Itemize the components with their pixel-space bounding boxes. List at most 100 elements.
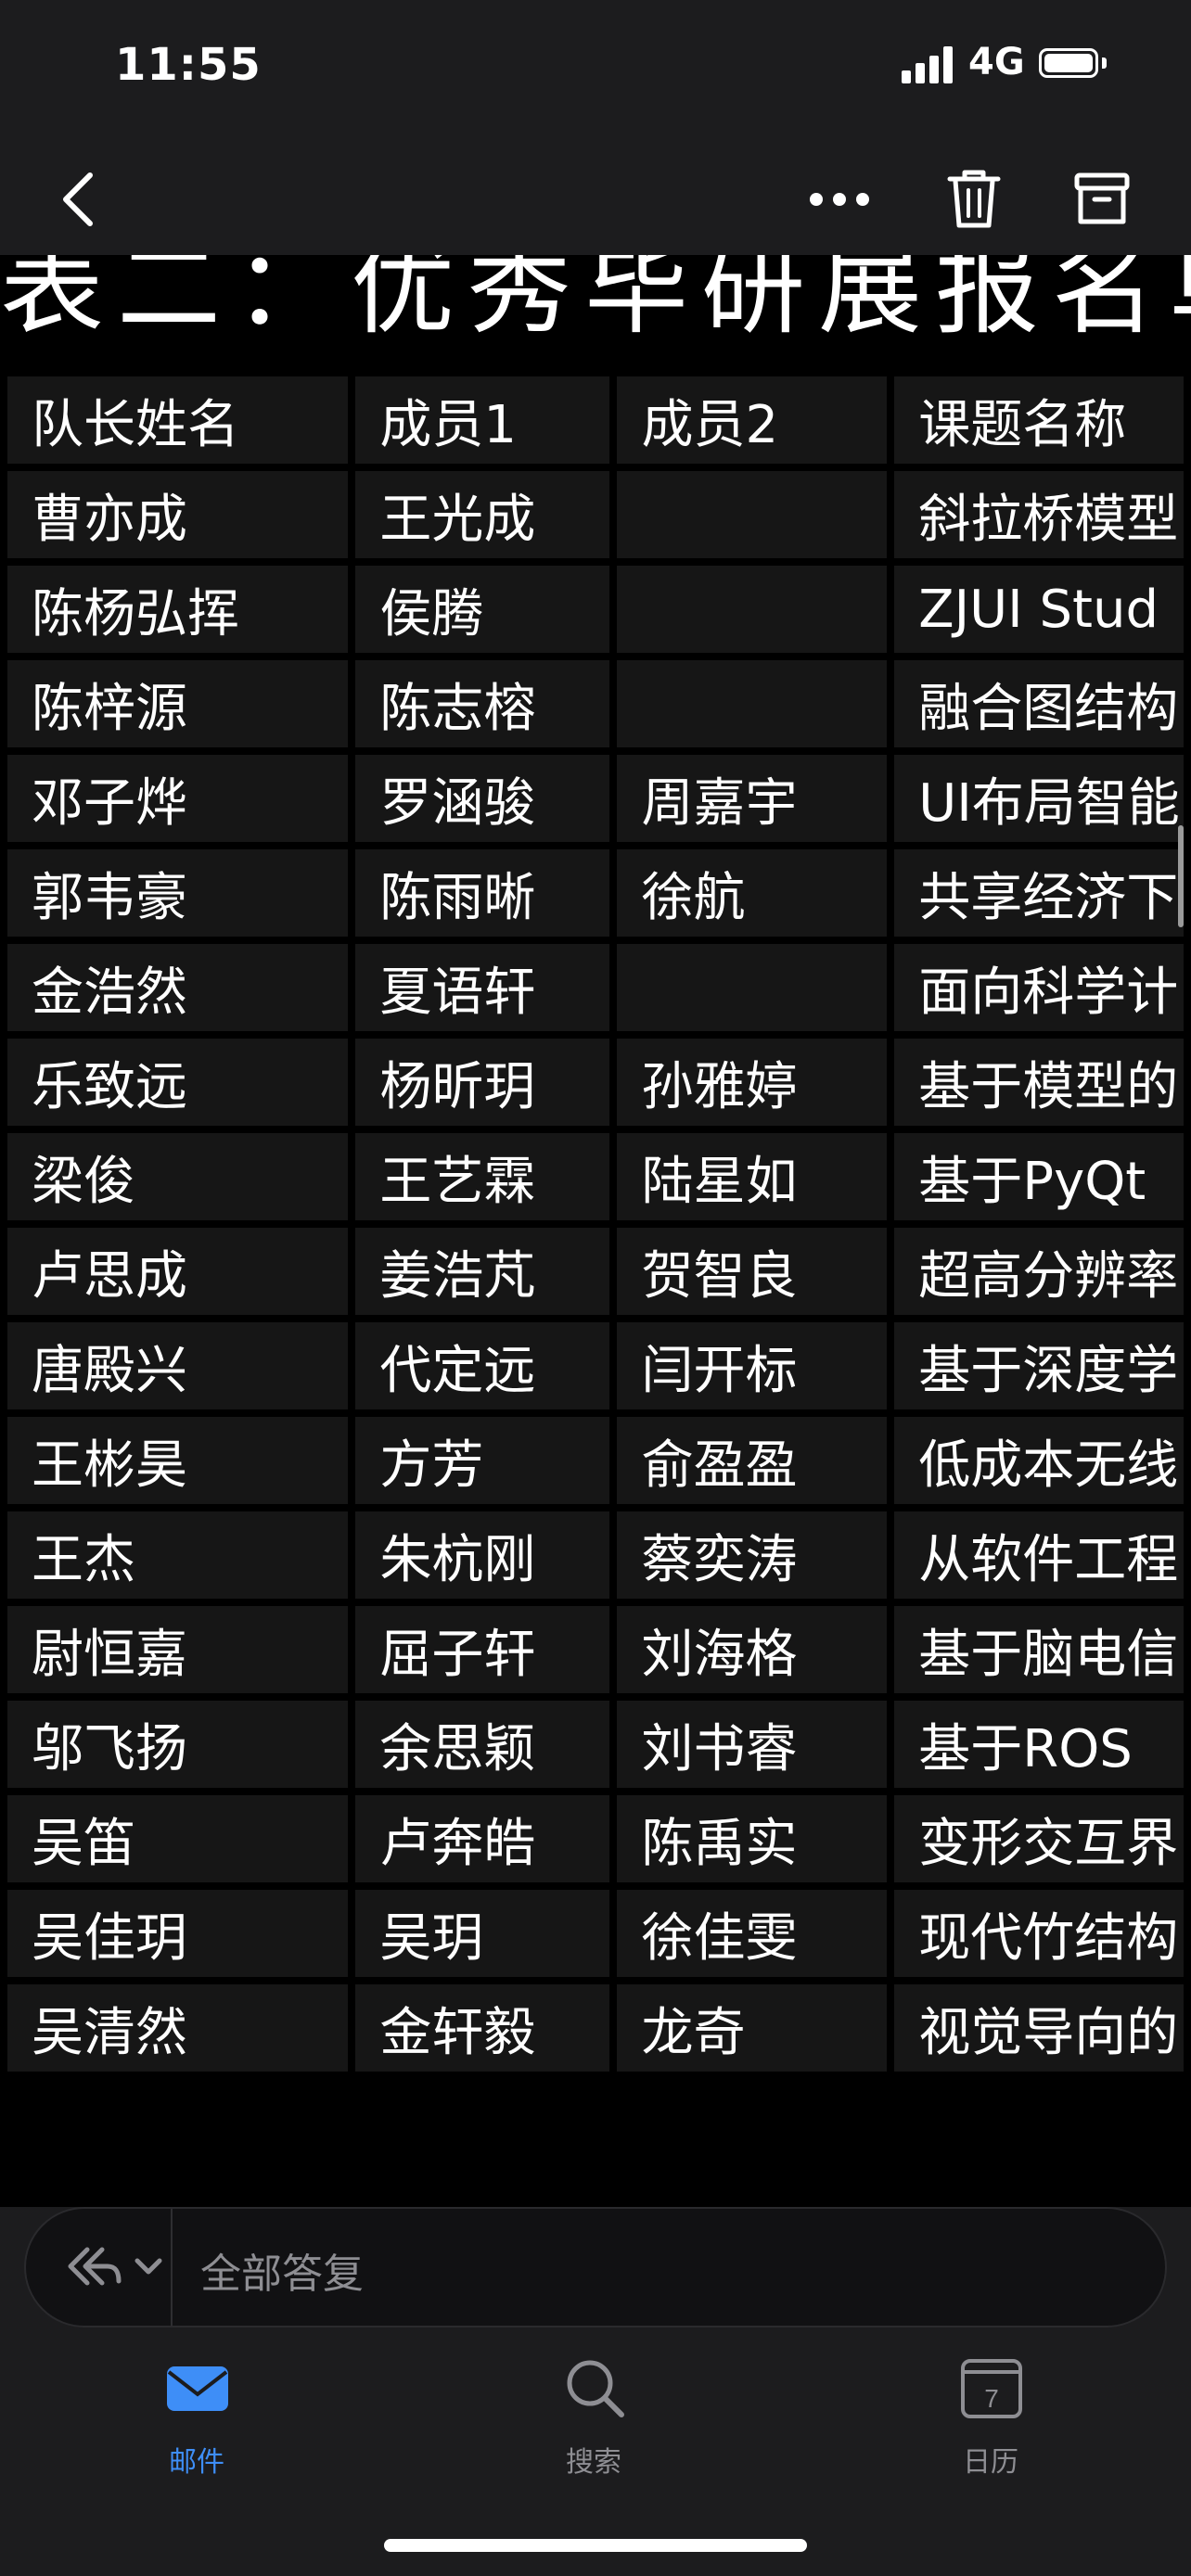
table-cell: 变形交互界 — [887, 1788, 1191, 1890]
tab-label-mail: 邮件 — [169, 2446, 224, 2479]
roster-table: 队长姓名 成员1 成员2 课题名称 曹亦成 王光成 斜拉桥模型 陈杨弘挥 侯腾 ZJUI Stud… — [0, 369, 1191, 2079]
table-header-row: 队长姓名 成员1 成员2 课题名称 — [0, 369, 1191, 471]
table-cell: 邬飞扬 — [0, 1693, 356, 1795]
table-cell — [609, 558, 895, 660]
table-cell: 队长姓名 — [0, 369, 356, 471]
table-cell: 刘海格 — [609, 1599, 895, 1701]
table-cell: 基于深度学 — [887, 1315, 1191, 1417]
table-row: 吴清然 金轩毅 龙奇 视觉导向的 — [0, 1977, 1191, 2079]
delete-button[interactable] — [932, 158, 1016, 241]
reply-all-icon — [68, 2247, 162, 2286]
table-cell: 郭韦豪 — [0, 842, 356, 944]
network-type: 4G — [968, 41, 1025, 83]
table-cell: 邓子烨 — [0, 747, 356, 849]
table-cell: 基于脑电信 — [887, 1599, 1191, 1701]
table-cell: 唐殿兴 — [0, 1315, 356, 1417]
table-row: 曹亦成 王光成 斜拉桥模型 — [0, 464, 1191, 566]
table-cell: 俞盈盈 — [609, 1409, 895, 1511]
message-body[interactable]: 表二：优秀毕研展报名单 队长姓名 成员1 成员2 课题名称 曹亦成 王光成 斜拉桥模型 陈杨弘… — [0, 213, 1191, 2207]
navigation-bar — [0, 139, 1191, 255]
table-row: 吴佳玥 吴玥 徐佳雯 现代竹结构 — [0, 1882, 1191, 1984]
table-cell: 基于ROS — [887, 1693, 1191, 1795]
table-cell: 徐航 — [609, 842, 895, 944]
table-cell: 孙雅婷 — [609, 1031, 895, 1133]
table-cell: 视觉导向的 — [887, 1977, 1191, 2079]
more-button[interactable] — [798, 158, 881, 241]
table-row: 王杰 朱杭刚 蔡奕涛 从软件工程 — [0, 1504, 1191, 1606]
chevron-left-icon — [63, 172, 93, 226]
signal-strength-icon — [902, 46, 957, 83]
table-cell: 金轩毅 — [348, 1977, 618, 2079]
mail-icon — [167, 2366, 228, 2411]
table-cell: 吴清然 — [0, 1977, 356, 2079]
table-row: 梁俊 王艺霖 陆星如 基于PyQt — [0, 1126, 1191, 1228]
table-cell: ZJUI Stud — [887, 558, 1191, 660]
tab-label-calendar: 日历 — [963, 2446, 1018, 2479]
tab-label-search: 搜索 — [566, 2446, 621, 2479]
table-cell: 面向科学计 — [887, 937, 1191, 1039]
table-cell: 吴玥 — [348, 1882, 618, 1984]
table-cell: UI布局智能 — [887, 747, 1191, 849]
table-row: 郭韦豪 陈雨晰 徐航 共享经济下 — [0, 842, 1191, 944]
archive-button[interactable] — [1060, 158, 1144, 241]
table-cell: 杨昕玥 — [348, 1031, 618, 1133]
table-cell: 姜浩芃 — [348, 1220, 618, 1322]
table-row: 邬飞扬 余思颖 刘书睿 基于ROS — [0, 1693, 1191, 1795]
table-cell: 陈杨弘挥 — [0, 558, 356, 660]
table-cell: 曹亦成 — [0, 464, 356, 566]
table-cell: 屈子轩 — [348, 1599, 618, 1701]
table-cell: 吴笛 — [0, 1788, 356, 1890]
search-icon — [567, 2360, 624, 2417]
table-cell — [609, 653, 895, 755]
table-row: 王彬昊 方芳 俞盈盈 低成本无线 — [0, 1409, 1191, 1511]
table-cell: 超高分辨率 — [887, 1220, 1191, 1322]
tab-mail[interactable]: 邮件 — [104, 2355, 289, 2485]
table-cell: 刘书睿 — [609, 1693, 895, 1795]
table-cell: 方芳 — [348, 1409, 618, 1511]
reply-bar[interactable]: 全部答复 — [24, 2207, 1167, 2327]
table-cell: 基于PyQt — [887, 1126, 1191, 1228]
table-cell: 王光成 — [348, 464, 618, 566]
table-cell: 从软件工程 — [887, 1504, 1191, 1606]
calendar-icon: 7 — [961, 2359, 1022, 2418]
table-cell: 卢思成 — [0, 1220, 356, 1322]
table-cell: 徐佳雯 — [609, 1882, 895, 1984]
table-row: 金浩然 夏语轩 面向科学计 — [0, 937, 1191, 1039]
table-cell: 陈禹实 — [609, 1788, 895, 1890]
battery-tip — [1102, 57, 1107, 69]
back-button[interactable] — [37, 158, 121, 241]
table-cell: 蔡奕涛 — [609, 1504, 895, 1606]
table-cell: 融合图结构 — [887, 653, 1191, 755]
scroll-indicator[interactable] — [1178, 825, 1184, 927]
tab-calendar[interactable]: 7 日历 — [898, 2355, 1083, 2485]
table-cell: 王彬昊 — [0, 1409, 356, 1511]
table-row: 邓子烨 罗涵骏 周嘉宇 UI布局智能 — [0, 747, 1191, 849]
table-cell: 朱杭刚 — [348, 1504, 618, 1606]
table-cell: 陈雨晰 — [348, 842, 618, 944]
table-cell: 闫开标 — [609, 1315, 895, 1417]
table-cell: 周嘉宇 — [609, 747, 895, 849]
reply-all-button[interactable] — [50, 2237, 171, 2302]
table-cell: 课题名称 — [887, 369, 1191, 471]
table-cell — [609, 464, 895, 566]
table-row: 吴笛 卢奔皓 陈禹实 变形交互界 — [0, 1788, 1191, 1890]
table-row: 陈梓源 陈志榕 融合图结构 — [0, 653, 1191, 755]
tab-search[interactable]: 搜索 — [501, 2355, 686, 2485]
table-cell: 成员2 — [609, 369, 895, 471]
table-cell: 梁俊 — [0, 1126, 356, 1228]
table-cell: 成员1 — [348, 369, 618, 471]
table-cell: 低成本无线 — [887, 1409, 1191, 1511]
battery-icon — [1039, 48, 1098, 78]
table-cell: 斜拉桥模型 — [887, 464, 1191, 566]
table-cell: 王杰 — [0, 1504, 356, 1606]
table-row: 尉恒嘉 屈子轩 刘海格 基于脑电信 — [0, 1599, 1191, 1701]
reply-all-placeholder[interactable]: 全部答复 — [200, 2240, 364, 2300]
table-row: 陈杨弘挥 侯腾 ZJUI Stud — [0, 558, 1191, 660]
table-row: 唐殿兴 代定远 闫开标 基于深度学 — [0, 1315, 1191, 1417]
home-indicator[interactable] — [384, 2539, 807, 2552]
table-cell: 代定远 — [348, 1315, 618, 1417]
table-cell: 侯腾 — [348, 558, 618, 660]
table-cell: 乐致远 — [0, 1031, 356, 1133]
table-cell: 龙奇 — [609, 1977, 895, 2079]
table-row: 卢思成 姜浩芃 贺智良 超高分辨率 — [0, 1220, 1191, 1322]
